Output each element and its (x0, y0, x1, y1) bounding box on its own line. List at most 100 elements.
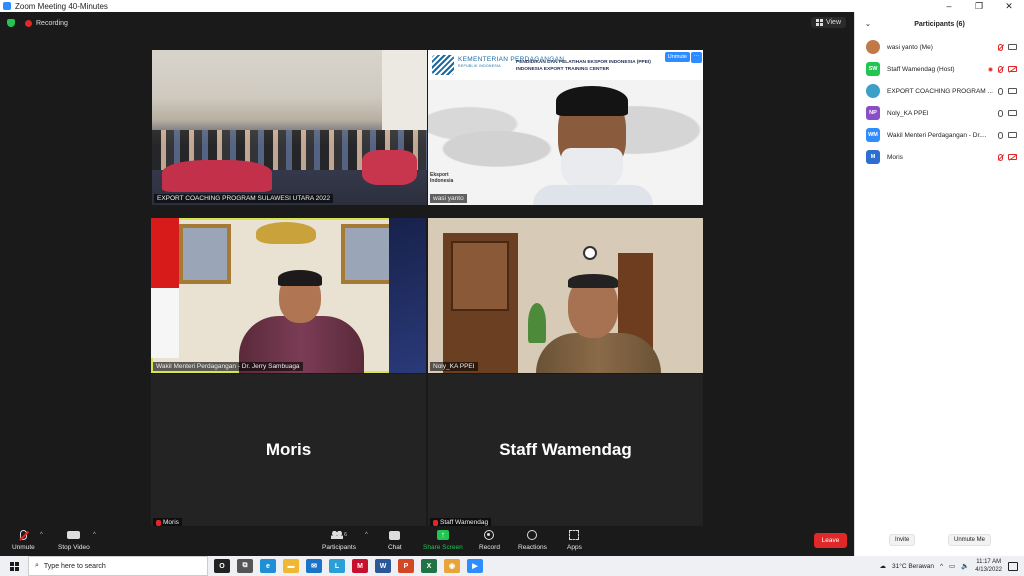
stop-video-label: Stop Video (58, 544, 90, 551)
minimize-button[interactable]: – (934, 0, 964, 12)
ppei-heading-line1: PENDIDIKAN DAN PELATIHAN EKSPOR INDONESI… (516, 60, 651, 65)
wooden-cabinet (443, 233, 518, 373)
mic-muted-icon (998, 153, 1003, 161)
edge-icon[interactable]: e (260, 559, 276, 573)
share-screen-label: Share Screen (423, 544, 463, 551)
video-tile-wakil-menteri[interactable]: Wakil Menteri Perdagangan - Dr. Jerry Sa… (151, 218, 426, 373)
clock-date: 4/13/2022 (975, 567, 1002, 573)
video-tile-wasi-yanto[interactable]: KEMENTERIAN PERDAGANGAN REPUBLIK INDONES… (428, 50, 703, 205)
view-label: View (825, 19, 841, 26)
recording-dot-icon (25, 19, 32, 27)
participants-label: Participants (322, 544, 356, 551)
chat-icon (389, 530, 401, 540)
audio-options-caret-icon[interactable]: ^ (40, 532, 43, 538)
ministry-banner (389, 218, 426, 373)
window-controls: – ❐ ✕ (934, 0, 1024, 12)
participant-row[interactable]: WM Wakil Menteri Perdagangan - Dr.... (855, 124, 1024, 146)
chrome-icon[interactable]: ◉ (444, 559, 460, 573)
mcafee-icon[interactable]: M (352, 559, 368, 573)
tile-unmute-button[interactable]: Unmute (664, 52, 690, 62)
panel-header: ⌄ Participants (6) (855, 12, 1024, 36)
participant-name-tag: Noly_KA PPEI (430, 362, 478, 371)
tile-name: Noly_KA PPEI (433, 363, 475, 370)
tile-name: wasi yanto (433, 195, 464, 202)
l-app-icon[interactable]: L (329, 559, 345, 573)
record-button[interactable]: Record (479, 529, 500, 551)
camera-off-icon (1008, 154, 1017, 160)
camera-off-icon (1008, 66, 1017, 72)
taskbar-search[interactable]: ⌕ Type here to search (28, 556, 208, 576)
ppei-heading-line2: INDONESIA EXPORT TRAINING CENTER (516, 67, 610, 72)
cortana-icon[interactable]: O (214, 559, 230, 573)
mail-icon[interactable]: ✉ (306, 559, 322, 573)
tile-name: Moris (163, 519, 179, 526)
video-options-caret-icon[interactable]: ^ (93, 532, 96, 538)
volume-icon[interactable]: 🔈 (961, 562, 969, 570)
start-button[interactable] (0, 561, 28, 571)
participants-button[interactable]: 6 Participants (322, 529, 356, 551)
wall-clock (583, 246, 597, 260)
reactions-button[interactable]: Reactions (518, 529, 547, 551)
zoom-app-icon (3, 2, 11, 10)
maximize-button[interactable]: ❐ (964, 0, 994, 12)
participants-options-caret-icon[interactable]: ^ (365, 532, 368, 538)
security-shield-icon[interactable] (7, 19, 15, 27)
video-tile-staff-wamendag[interactable]: Staff Wamendag Staff Wamendag (428, 374, 703, 529)
close-button[interactable]: ✕ (994, 0, 1024, 12)
video-tile-moris[interactable]: Moris Moris (151, 374, 426, 529)
file-explorer-icon[interactable]: ▬ (283, 559, 299, 573)
participant-row[interactable]: NP Noly_KA PPEI (855, 102, 1024, 124)
participant-name-tag: wasi yanto (430, 194, 467, 203)
zoom-icon[interactable]: ▶ (467, 559, 483, 573)
windows-logo-icon (9, 561, 19, 571)
stop-video-button[interactable]: Stop Video (58, 529, 90, 551)
meeting-area: Recording View EXPORT COACHING PROGRAM S… (0, 12, 854, 529)
video-tile-noly[interactable]: Noly_KA PPEI (428, 218, 703, 373)
tile-more-button[interactable]: ··· (691, 52, 702, 63)
powerpoint-icon[interactable]: P (398, 559, 414, 573)
participant-row[interactable]: SW Staff Wamendag (Host) (855, 58, 1024, 80)
participant-status-icons (988, 65, 1017, 73)
unmute-button[interactable]: Unmute (12, 529, 35, 551)
recording-label: Recording (36, 19, 68, 27)
collapse-chevron-icon[interactable]: ⌄ (865, 20, 871, 28)
screen: Zoom Meeting 40-Minutes – ❐ ✕ Recording … (0, 0, 1024, 576)
network-icon[interactable]: ▭ (949, 562, 955, 570)
mic-on-icon (998, 131, 1003, 139)
notification-icon[interactable] (1008, 561, 1018, 571)
search-placeholder: Type here to search (43, 562, 106, 570)
side-text: Eksport Indonesia (430, 172, 453, 184)
leave-button[interactable]: Leave (814, 533, 847, 548)
video-tile-export-coaching[interactable]: EXPORT COACHING PROGRAM SULAWESI UTARA 2… (152, 50, 427, 205)
participant-row[interactable]: EXPORT COACHING PROGRAM ... (855, 80, 1024, 102)
share-screen-button[interactable]: ↑ Share Screen (423, 529, 463, 551)
reactions-icon (527, 530, 538, 540)
share-screen-icon: ↑ (436, 530, 449, 540)
mic-muted-icon (433, 519, 438, 526)
participant-row[interactable]: M Moris (855, 146, 1024, 168)
room-window (382, 50, 427, 130)
tray-chevron-icon[interactable]: ^ (940, 563, 943, 570)
meeting-toolbar: Unmute ^ Stop Video ^ 6 Participants ^ C… (0, 526, 854, 556)
apps-label: Apps (567, 544, 582, 551)
excel-icon[interactable]: X (421, 559, 437, 573)
task-view-icon[interactable]: ⧉ (237, 559, 253, 573)
apps-button[interactable]: Apps (567, 529, 582, 551)
side-text-line2: Indonesia (430, 178, 454, 184)
camera-on-icon (1008, 110, 1017, 116)
weather-label[interactable]: 31°C Berawan (892, 563, 934, 570)
participant-name: Staff Wamendag (Host) (887, 65, 955, 73)
participant-avatar (866, 84, 880, 98)
weather-icon: ☁ (879, 563, 887, 570)
invite-button[interactable]: Invite (889, 534, 916, 546)
windows-taskbar: ⌕ Type here to search O ⧉ e ▬ ✉ L M W P X ◉ ▶ ☁ 31°… (0, 556, 1024, 576)
taskbar-clock[interactable]: 11:17 AM 4/13/2022 (975, 558, 1002, 574)
word-icon[interactable]: W (375, 559, 391, 573)
view-button[interactable]: View (810, 17, 846, 28)
clock-time: 11:17 AM (976, 559, 1002, 565)
unmute-me-button[interactable]: Unmute Me (948, 534, 992, 546)
face-mask (561, 148, 623, 188)
chat-button[interactable]: Chat (388, 529, 402, 551)
participant-row[interactable]: wasi yanto (Me) (855, 36, 1024, 58)
portrait-frame (341, 224, 393, 284)
